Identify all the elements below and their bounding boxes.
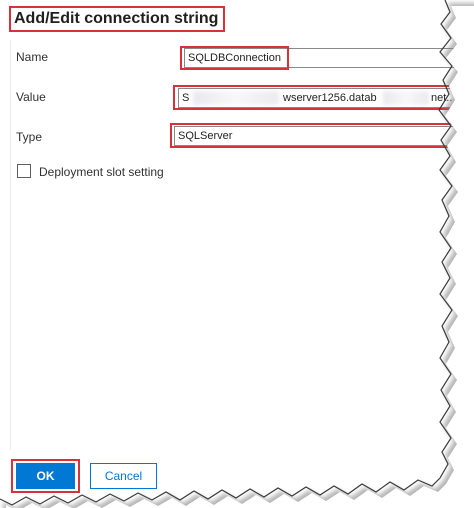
deployment-slot-checkbox[interactable] [17, 164, 31, 178]
value-highlight [173, 85, 465, 110]
type-highlight [170, 123, 464, 148]
connection-string-panel: Add/Edit connection string Name SQLDBCon… [0, 0, 474, 508]
cancel-button[interactable]: Cancel [90, 463, 157, 489]
deployment-slot-label: Deployment slot setting [39, 165, 164, 179]
ok-highlight [11, 459, 80, 493]
value-label: Value [16, 90, 46, 104]
title-highlight [9, 6, 225, 32]
name-highlight [180, 46, 289, 70]
name-label: Name [16, 50, 49, 64]
panel-divider [10, 40, 11, 450]
type-label: Type [16, 130, 43, 144]
